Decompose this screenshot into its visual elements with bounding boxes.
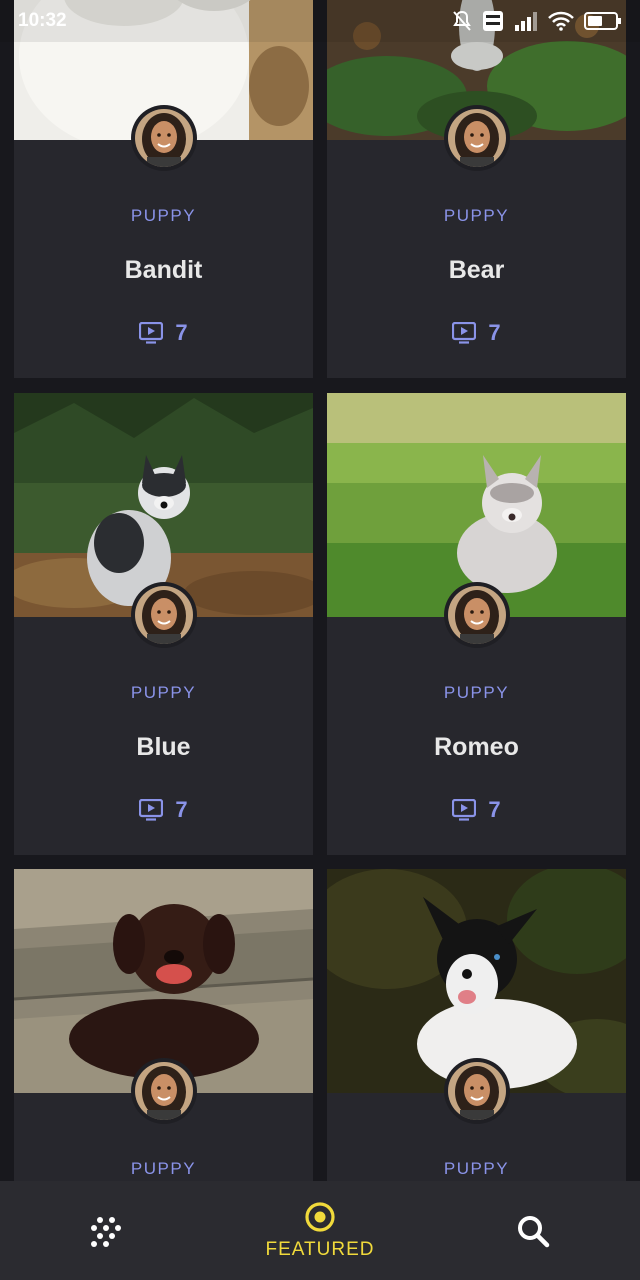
video-icon bbox=[139, 322, 164, 344]
nav-browse[interactable] bbox=[72, 1181, 142, 1280]
signal-icon bbox=[515, 12, 537, 31]
owner-avatar bbox=[131, 582, 197, 648]
video-icon bbox=[452, 799, 477, 821]
puppy-card[interactable]: PUPPY Blue 7 bbox=[14, 393, 313, 855]
nav-featured-label: FEATURED bbox=[265, 1238, 375, 1260]
card-category: PUPPY bbox=[443, 683, 510, 702]
puppy-name: Romeo bbox=[434, 733, 519, 761]
status-bar: 10:32 bbox=[0, 0, 640, 42]
owner-avatar bbox=[444, 1058, 510, 1124]
card-category: PUPPY bbox=[130, 683, 197, 702]
owner-avatar bbox=[444, 582, 510, 648]
volte-icon bbox=[483, 11, 503, 31]
video-count: 7 bbox=[14, 797, 313, 823]
card-category: PUPPY bbox=[443, 206, 510, 225]
video-count-value: 7 bbox=[488, 320, 501, 345]
status-icons bbox=[452, 10, 622, 32]
video-count-value: 7 bbox=[488, 797, 501, 822]
search-icon bbox=[518, 1215, 550, 1247]
video-count-value: 7 bbox=[175, 797, 188, 822]
wifi-icon bbox=[548, 11, 574, 31]
battery-icon bbox=[584, 12, 621, 30]
status-time: 10:32 bbox=[18, 10, 67, 31]
owner-avatar bbox=[131, 1058, 197, 1124]
video-count: 7 bbox=[327, 797, 626, 823]
video-count: 7 bbox=[327, 320, 626, 346]
puppy-card[interactable]: PUPPY Bear 7 bbox=[327, 0, 626, 378]
puppy-name: Bandit bbox=[124, 256, 203, 284]
mute-icon bbox=[453, 10, 471, 31]
puppy-name: Blue bbox=[136, 733, 191, 761]
dots-grid-icon bbox=[91, 1216, 121, 1247]
puppy-card[interactable]: PUPPY Bandit 7 bbox=[14, 0, 313, 378]
owner-avatar bbox=[444, 105, 510, 171]
owner-avatar bbox=[131, 105, 197, 171]
nav-featured[interactable]: FEATURED bbox=[255, 1181, 385, 1280]
target-icon bbox=[305, 1201, 335, 1232]
video-icon bbox=[452, 322, 477, 344]
video-count-value: 7 bbox=[175, 320, 188, 345]
video-icon bbox=[139, 799, 164, 821]
card-category: PUPPY bbox=[130, 206, 197, 225]
puppy-card[interactable]: PUPPY Romeo 7 bbox=[327, 393, 626, 855]
bottom-nav: FEATURED bbox=[0, 1181, 640, 1280]
card-category: PUPPY bbox=[443, 1159, 510, 1178]
card-category: PUPPY bbox=[130, 1159, 197, 1178]
puppy-name: Bear bbox=[448, 256, 505, 284]
nav-search[interactable] bbox=[498, 1181, 568, 1280]
video-count: 7 bbox=[14, 320, 313, 346]
